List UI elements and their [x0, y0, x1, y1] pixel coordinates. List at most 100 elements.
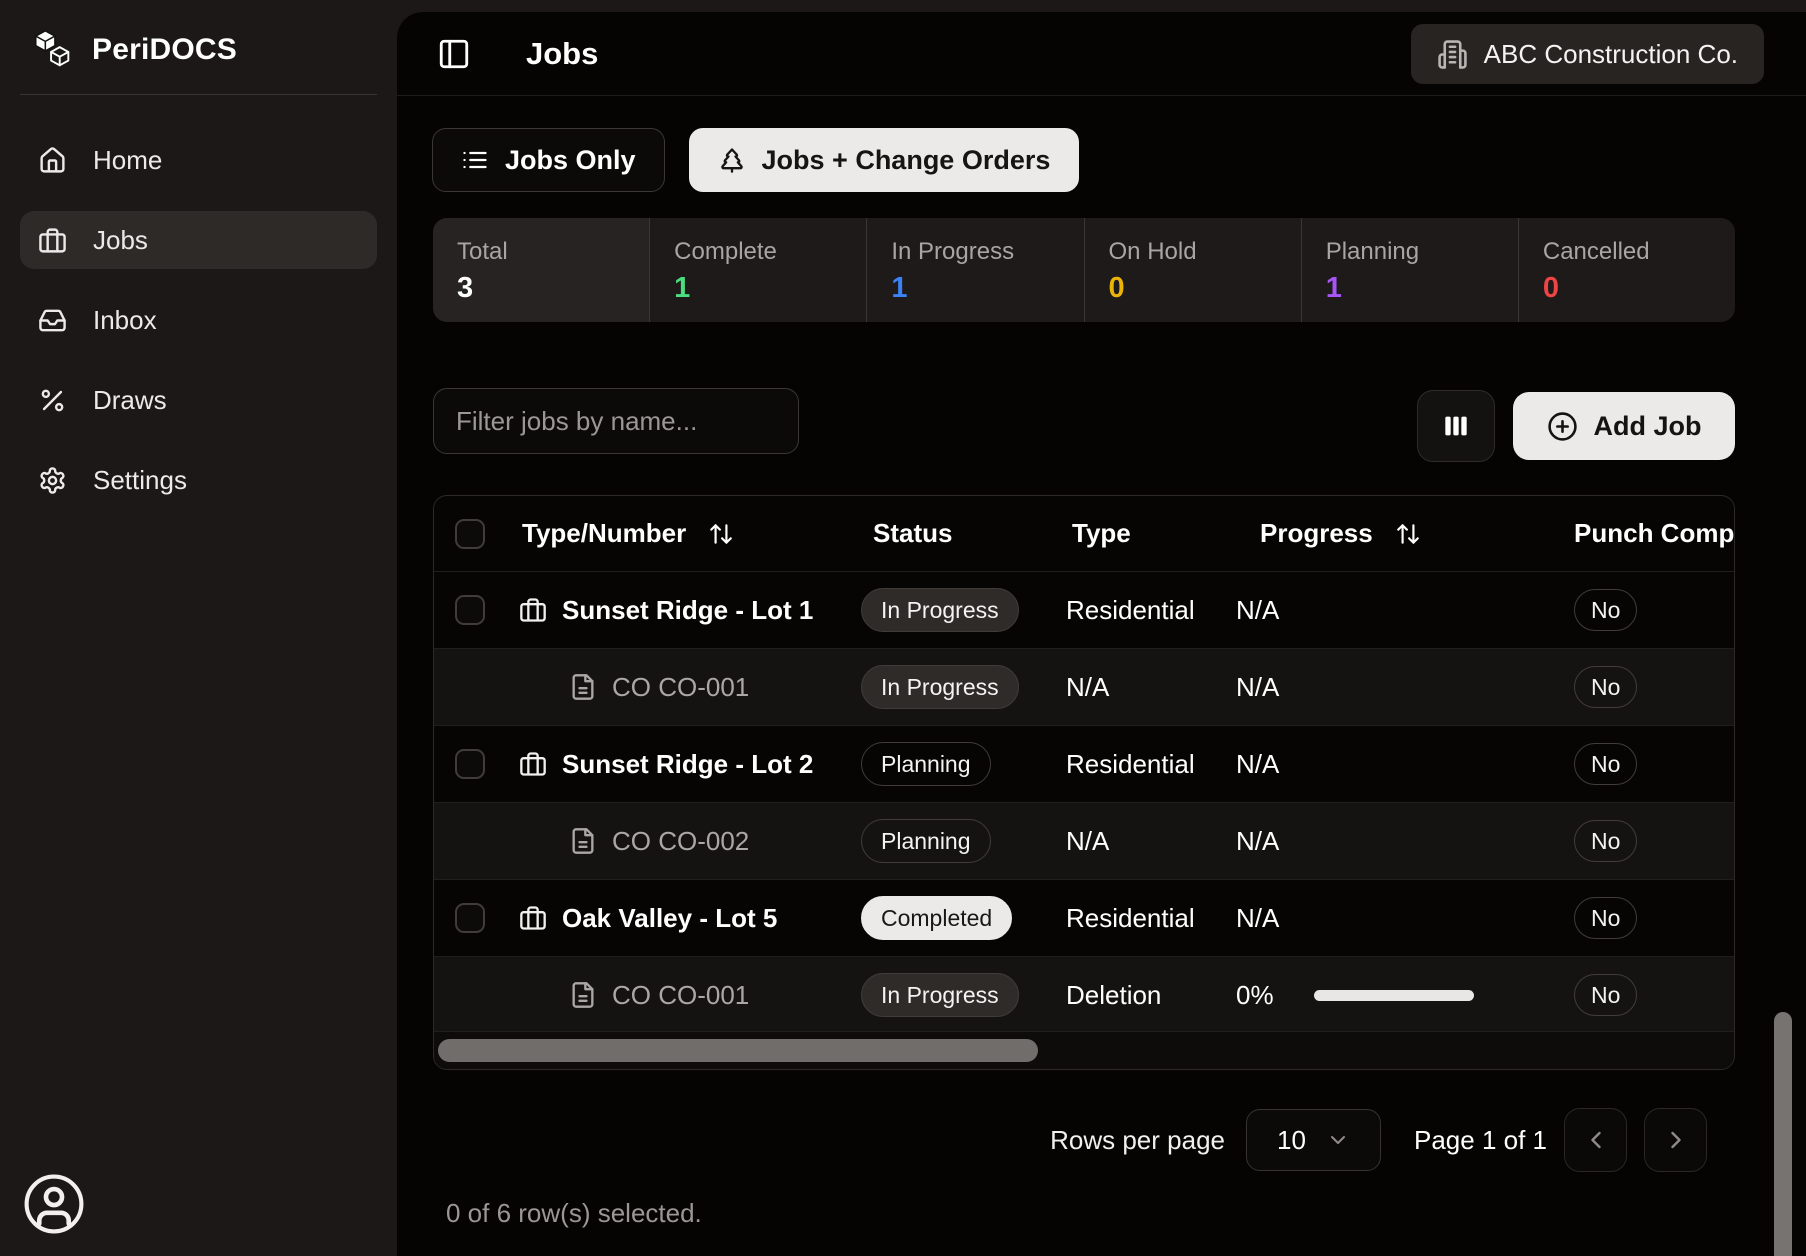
tree-icon	[718, 146, 746, 174]
file-text-icon	[569, 981, 597, 1009]
job-type: Residential	[1056, 903, 1236, 934]
header-progress: Progress	[1260, 518, 1373, 549]
sidebar-item-label: Settings	[93, 465, 187, 496]
sidebar: PeriDOCS Home Jobs Inbox Draws Settings	[0, 0, 397, 1256]
column-visibility-button[interactable]	[1417, 390, 1495, 462]
previous-page-button[interactable]	[1564, 1108, 1627, 1172]
add-job-button[interactable]: Add Job	[1513, 392, 1735, 460]
row-checkbox[interactable]	[455, 595, 485, 625]
stat-label: Total	[457, 238, 649, 266]
stat-value: 1	[891, 272, 1083, 305]
jobs-table: Type/Number Status Type Progress Punch C…	[433, 495, 1735, 1070]
jobs-only-label: Jobs Only	[505, 145, 636, 176]
building-icon	[1437, 39, 1468, 70]
row-checkbox[interactable]	[455, 903, 485, 933]
stat-value: 1	[1326, 272, 1518, 305]
sort-progress-button[interactable]	[1395, 521, 1421, 547]
row-checkbox[interactable]	[455, 749, 485, 779]
change-order-name: CO CO-001	[612, 980, 749, 1011]
stat-value: 3	[457, 272, 649, 305]
table-row-job-2[interactable]: Sunset Ridge - Lot 2 Planning Residentia…	[434, 725, 1734, 802]
chevron-left-icon	[1582, 1126, 1610, 1154]
pagination: Rows per page 10 Page 1 of 1	[1050, 1108, 1707, 1172]
organization-button[interactable]: ABC Construction Co.	[1411, 24, 1764, 84]
stat-on-hold[interactable]: On Hold 0	[1084, 218, 1301, 322]
status-badge: Planning	[861, 819, 991, 863]
table-row-change-order-3[interactable]: CO CO-001 In Progress Deletion 0% No	[434, 956, 1734, 1033]
sidebar-item-draws[interactable]: Draws	[20, 371, 377, 429]
stat-label: On Hold	[1109, 238, 1301, 266]
chevron-down-icon	[1326, 1128, 1350, 1152]
sidebar-item-inbox[interactable]: Inbox	[20, 291, 377, 349]
punch-badge: No	[1574, 897, 1637, 939]
table-row-job-1[interactable]: Sunset Ridge - Lot 1 In Progress Residen…	[434, 571, 1734, 648]
sidebar-item-jobs[interactable]: Jobs	[20, 211, 377, 269]
stat-label: Planning	[1326, 238, 1518, 266]
filter-jobs-input[interactable]	[433, 388, 799, 454]
brand-name: PeriDOCS	[92, 33, 237, 67]
progress-value: N/A	[1236, 749, 1279, 780]
briefcase-icon	[519, 904, 547, 932]
table-toolbar: Add Job	[433, 384, 1735, 458]
stat-planning[interactable]: Planning 1	[1301, 218, 1518, 322]
organization-name: ABC Construction Co.	[1484, 39, 1738, 70]
stat-total[interactable]: Total 3	[433, 218, 649, 322]
page-title: Jobs	[526, 36, 598, 72]
sidebar-item-settings[interactable]: Settings	[20, 451, 377, 509]
panel-left-icon	[437, 37, 471, 71]
job-name: Sunset Ridge - Lot 2	[562, 749, 813, 780]
sidebar-item-label: Inbox	[93, 305, 157, 336]
user-icon	[23, 1173, 85, 1235]
percent-icon	[38, 386, 67, 415]
stat-in-progress[interactable]: In Progress 1	[866, 218, 1083, 322]
jobs-only-toggle[interactable]: Jobs Only	[432, 128, 665, 192]
status-summary-bar: Total 3 Complete 1 In Progress 1 On Hold…	[433, 218, 1735, 322]
vertical-scrollbar-thumb[interactable]	[1774, 1012, 1792, 1256]
sort-arrows-icon	[1395, 521, 1421, 547]
sidebar-item-label: Home	[93, 145, 162, 176]
stat-value: 1	[674, 272, 866, 305]
briefcase-icon	[519, 596, 547, 624]
next-page-button[interactable]	[1644, 1108, 1707, 1172]
briefcase-icon	[38, 226, 67, 255]
status-badge: Completed	[861, 896, 1012, 940]
sidebar-item-home[interactable]: Home	[20, 131, 377, 189]
punch-badge: No	[1574, 666, 1637, 708]
job-name: Oak Valley - Lot 5	[562, 903, 777, 934]
job-type: N/A	[1056, 826, 1236, 857]
stat-label: Cancelled	[1543, 238, 1735, 266]
horizontal-scrollbar-thumb[interactable]	[438, 1039, 1038, 1062]
table-header-row: Type/Number Status Type Progress Punch C…	[434, 496, 1734, 571]
table-row-job-3[interactable]: Oak Valley - Lot 5 Completed Residential…	[434, 879, 1734, 956]
stat-complete[interactable]: Complete 1	[649, 218, 866, 322]
home-icon	[38, 146, 67, 175]
status-badge: In Progress	[861, 588, 1019, 632]
page-size-select[interactable]: 10	[1246, 1109, 1381, 1171]
select-all-checkbox[interactable]	[455, 519, 485, 549]
sort-type-number-button[interactable]	[708, 521, 734, 547]
sidebar-toggle-button[interactable]	[432, 32, 476, 76]
jobs-change-orders-label: Jobs + Change Orders	[762, 145, 1051, 176]
punch-badge: No	[1574, 820, 1637, 862]
user-avatar[interactable]	[22, 1172, 86, 1236]
columns-icon	[1440, 410, 1472, 442]
add-job-label: Add Job	[1594, 411, 1702, 442]
brand-logo-row: PeriDOCS	[0, 0, 397, 76]
jobs-change-orders-toggle[interactable]: Jobs + Change Orders	[689, 128, 1080, 192]
job-type: Deletion	[1056, 980, 1236, 1011]
stat-label: Complete	[674, 238, 866, 266]
briefcase-icon	[519, 750, 547, 778]
main-panel: Jobs ABC Construction Co. Jobs Only Jobs…	[397, 12, 1806, 1256]
table-row-change-order-1[interactable]: CO CO-001 In Progress N/A N/A No	[434, 648, 1734, 725]
sort-arrows-icon	[708, 521, 734, 547]
status-badge: Planning	[861, 742, 991, 786]
status-badge: In Progress	[861, 973, 1019, 1017]
progress-value: 0%	[1236, 980, 1274, 1011]
table-row-change-order-2[interactable]: CO CO-002 Planning N/A N/A No	[434, 802, 1734, 879]
sidebar-nav: Home Jobs Inbox Draws Settings	[0, 95, 397, 509]
file-text-icon	[569, 827, 597, 855]
stat-value: 0	[1109, 272, 1301, 305]
horizontal-scrollbar-track[interactable]	[434, 1031, 1734, 1069]
stat-cancelled[interactable]: Cancelled 0	[1518, 218, 1735, 322]
punch-badge: No	[1574, 743, 1637, 785]
